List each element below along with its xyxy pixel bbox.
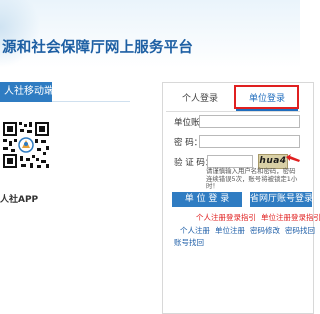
link-unit-guide[interactable]: 单位注册登录指引 [261, 213, 320, 222]
mobile-tab-divider [52, 101, 130, 102]
page-header: 源和社会保障厅网上服务平台 [0, 0, 300, 68]
login-hint: 请谨慎输入用户名和密码，密码连续错误5次，账号将被锁定1小时！ [206, 167, 298, 191]
province-account-login-button[interactable]: 省网厅账号登录 [250, 192, 313, 207]
password-input[interactable] [199, 135, 300, 148]
app-label: 人社APP [0, 195, 39, 205]
tab-divider [166, 111, 300, 112]
link-personal-guide[interactable]: 个人注册登录指引 [196, 213, 256, 222]
account-links: 个人注册 单位注册 密码修改 密码找回 [180, 225, 320, 236]
password-label: 密 码： [174, 138, 203, 148]
mobile-tab[interactable]: 人社移动端 [0, 82, 52, 102]
site-title: 源和社会保障厅网上服务平台 [2, 40, 194, 56]
link-unit-register[interactable]: 单位注册 [215, 226, 245, 235]
app-qr-code [1, 120, 51, 170]
link-recover-account[interactable]: 账号找回 [174, 237, 204, 248]
account-input[interactable] [199, 115, 300, 128]
guide-links: 个人注册登录指引 单位注册登录指引 [196, 212, 320, 223]
unit-login-button[interactable]: 单 位 登 录 [172, 192, 242, 207]
arrow-icon [286, 154, 300, 162]
tab-personal-login[interactable]: 个人登录 [170, 88, 230, 110]
link-personal-register[interactable]: 个人注册 [180, 226, 210, 235]
highlight-box [234, 85, 299, 109]
header-decoration [0, 0, 40, 68]
link-recover-password[interactable]: 密码找回 [285, 226, 315, 235]
link-change-password[interactable]: 密码修改 [250, 226, 280, 235]
